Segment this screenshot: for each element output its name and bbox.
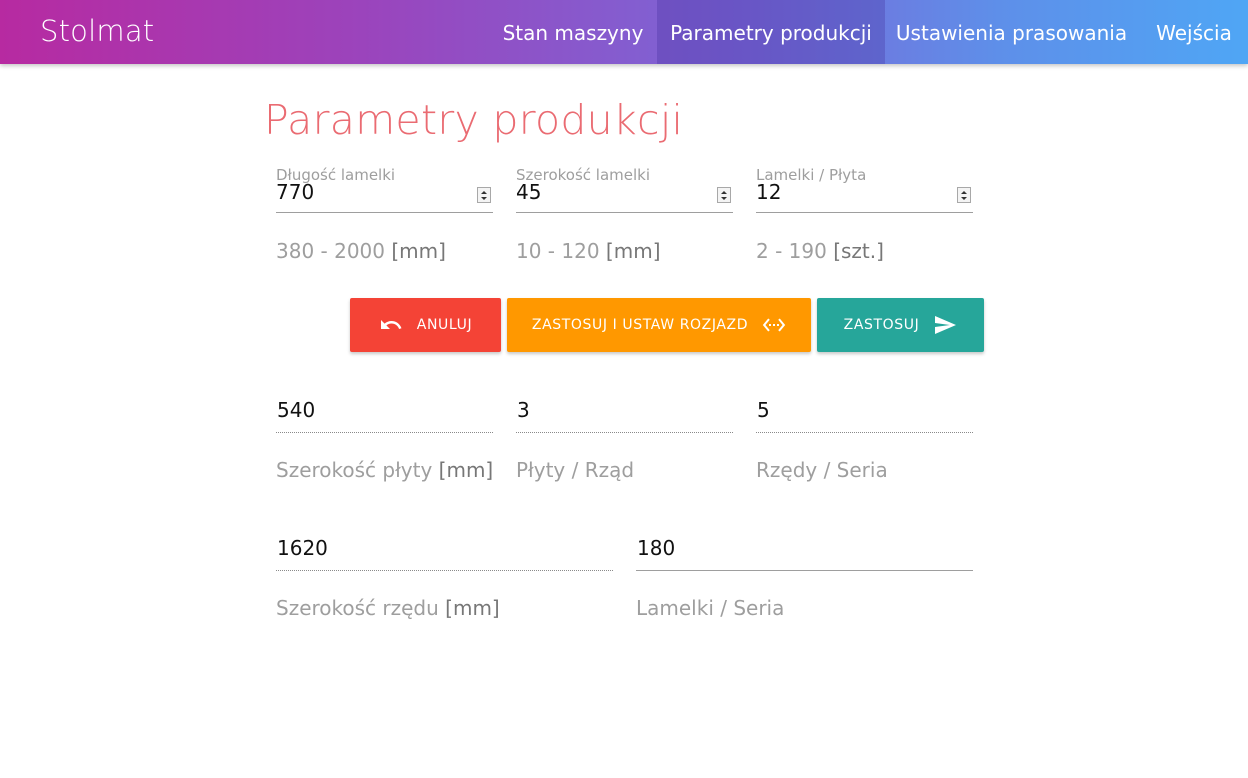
code-arrows-icon	[762, 318, 786, 332]
board-width-label: Szerokość płyty [mm]	[276, 458, 493, 482]
lamella-width-underline	[516, 212, 733, 213]
lamellas-per-board-spinner-icon[interactable]	[957, 187, 971, 203]
nav-tab-parametry-produkcji[interactable]: Parametry produkcji	[657, 0, 885, 64]
board-width-label-text: Szerokość płyty	[276, 458, 433, 482]
nav-tab-ustawienia-prasowania[interactable]: Ustawienia prasowania	[885, 0, 1138, 64]
rows-per-series-underline	[756, 432, 973, 433]
send-icon	[935, 316, 957, 334]
apply-and-set-spacing-button[interactable]: ZASTOSUJ I USTAW ROZJAZD	[507, 298, 811, 352]
lamella-length-unit: [mm]	[391, 239, 446, 263]
apply-and-set-spacing-label: ZASTOSUJ I USTAW ROZJAZD	[531, 317, 749, 333]
lamellas-per-board-unit: [szt.]	[833, 239, 884, 263]
rows-per-series-value: 5	[757, 398, 770, 422]
lamella-width-range-text: 10 - 120	[516, 239, 600, 263]
lamellas-per-board-range-text: 2 - 190	[756, 239, 827, 263]
lamella-length-underline	[276, 212, 493, 213]
lamella-length-spinner-icon[interactable]	[477, 187, 491, 203]
lamella-width-value[interactable]: 45	[516, 180, 541, 204]
row-width-label-text: Szerokość rzędu	[276, 596, 439, 620]
lamellas-per-series-value: 180	[637, 536, 676, 560]
boards-per-row-value: 3	[517, 398, 530, 422]
nav-tab-wejscia[interactable]: Wejścia	[1140, 0, 1248, 64]
cancel-button-label: ANULUJ	[416, 317, 473, 333]
lamella-length-range-text: 380 - 2000	[276, 239, 386, 263]
lamellas-per-series-label: Lamelki / Seria	[636, 596, 785, 620]
rows-per-series-label: Rzędy / Seria	[756, 458, 888, 482]
page-title: Parametry produkcji	[264, 96, 684, 144]
boards-per-row-label: Płyty / Rząd	[516, 458, 635, 482]
brand-logo[interactable]: Stolmat	[40, 14, 154, 48]
board-width-unit: [mm]	[438, 458, 494, 482]
apply-button[interactable]: ZASTOSUJ	[817, 298, 984, 352]
lamella-width-range: 10 - 120 [mm]	[516, 239, 661, 263]
row-width-label: Szerokość rzędu [mm]	[276, 596, 500, 620]
row-width-value: 1620	[277, 536, 328, 560]
row-width-underline	[276, 570, 613, 571]
lamellas-per-series-underline	[636, 570, 973, 571]
lamellas-per-board-underline	[756, 212, 973, 213]
lamellas-per-board-value[interactable]: 12	[756, 180, 781, 204]
undo-icon	[380, 320, 402, 329]
row-width-unit: [mm]	[445, 596, 500, 620]
lamella-width-unit: [mm]	[605, 239, 661, 263]
nav-tab-stan-maszyny[interactable]: Stan maszyny	[490, 0, 656, 64]
cancel-button[interactable]: ANULUJ	[350, 298, 501, 352]
lamellas-per-board-range: 2 - 190 [szt.]	[756, 239, 884, 263]
lamella-length-value[interactable]: 770	[276, 180, 314, 204]
lamella-length-range: 380 - 2000 [mm]	[276, 239, 446, 263]
top-navbar: Stolmat Stan maszyny Parametry produkcji…	[0, 0, 1248, 64]
board-width-value: 540	[277, 398, 316, 422]
board-width-underline	[276, 432, 493, 433]
boards-per-row-underline	[516, 432, 733, 433]
lamella-width-spinner-icon[interactable]	[717, 187, 731, 203]
apply-button-label: ZASTOSUJ	[843, 317, 920, 333]
